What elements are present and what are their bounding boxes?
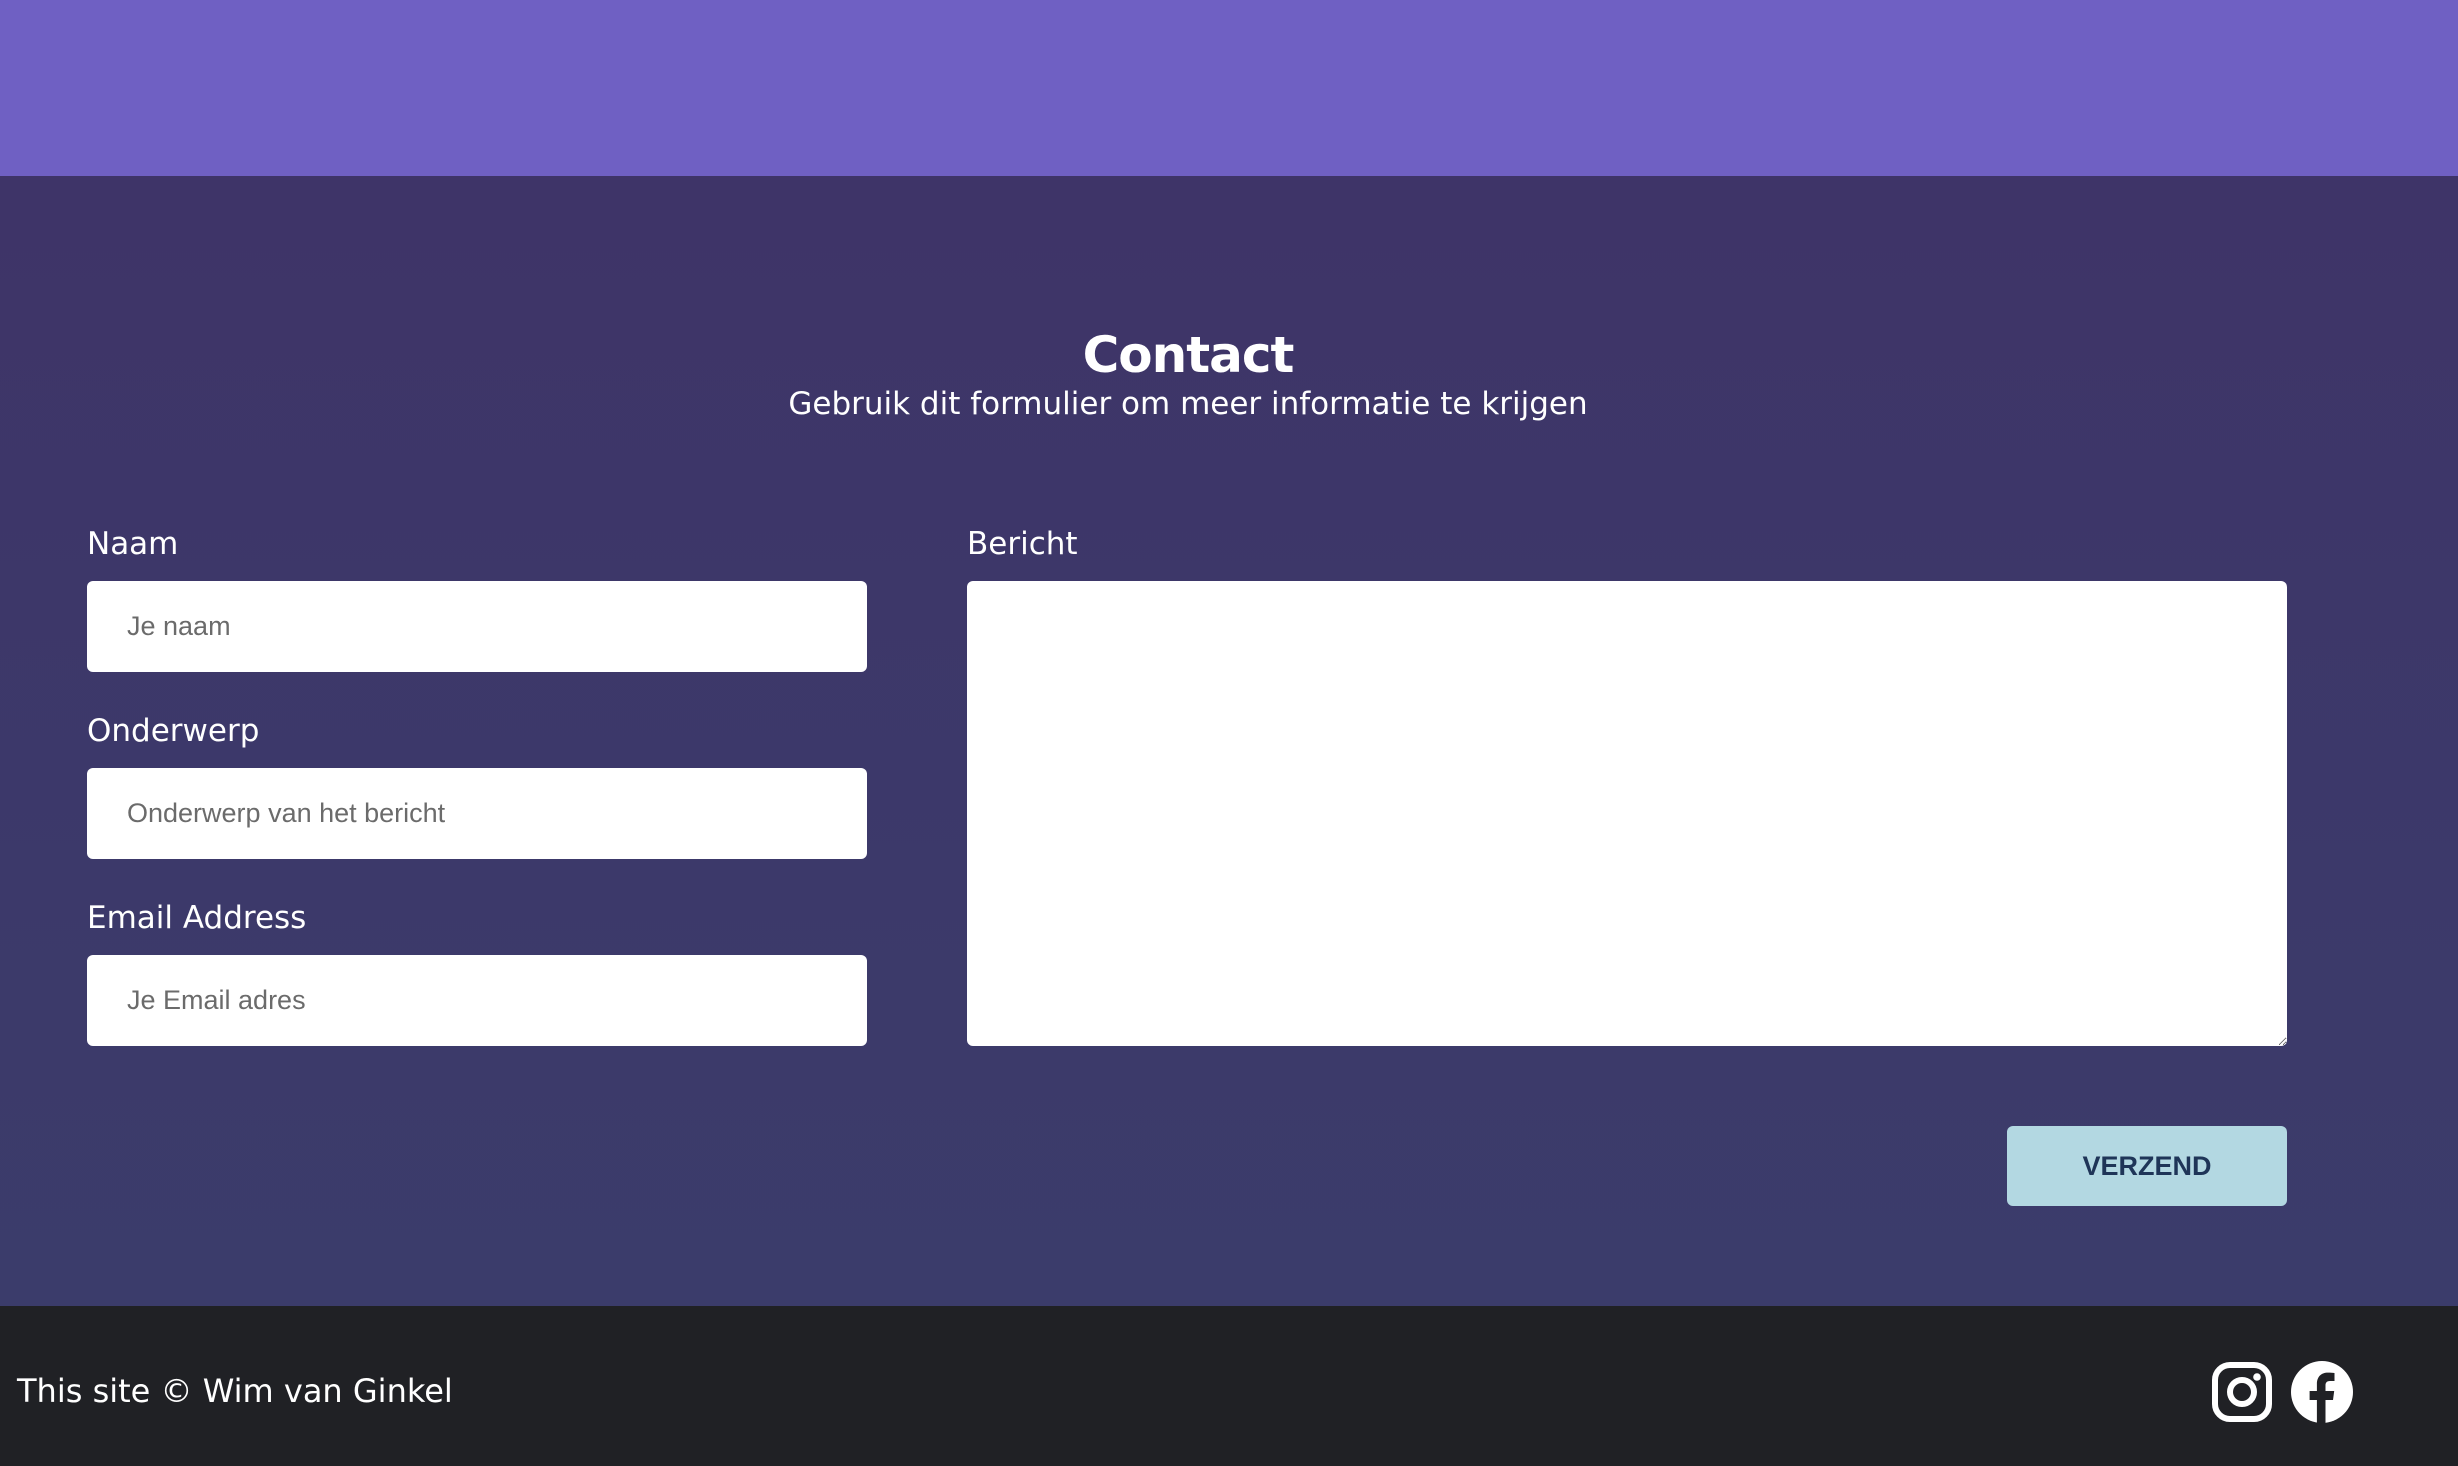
page-title: Contact — [1082, 326, 1295, 384]
contact-section: Contact Gebruik dit formulier om meer in… — [0, 176, 2458, 1306]
instagram-icon[interactable] — [2210, 1360, 2274, 1424]
top-banner — [0, 0, 2458, 176]
subject-input[interactable] — [87, 768, 867, 859]
message-textarea[interactable] — [967, 581, 2287, 1046]
name-input[interactable] — [87, 581, 867, 672]
email-label: Email Address — [87, 900, 307, 936]
footer: This site © Wim van Ginkel — [0, 1306, 2458, 1466]
facebook-icon[interactable] — [2290, 1360, 2354, 1424]
page-subtitle: Gebruik dit formulier om meer informatie… — [788, 386, 1588, 422]
name-label: Naam — [87, 526, 179, 562]
footer-copyright: This site © Wim van Ginkel — [17, 1372, 453, 1410]
subject-label: Onderwerp — [87, 713, 260, 749]
message-label: Bericht — [967, 526, 1078, 562]
email-input[interactable] — [87, 955, 867, 1046]
submit-button[interactable]: VERZEND — [2007, 1126, 2287, 1206]
